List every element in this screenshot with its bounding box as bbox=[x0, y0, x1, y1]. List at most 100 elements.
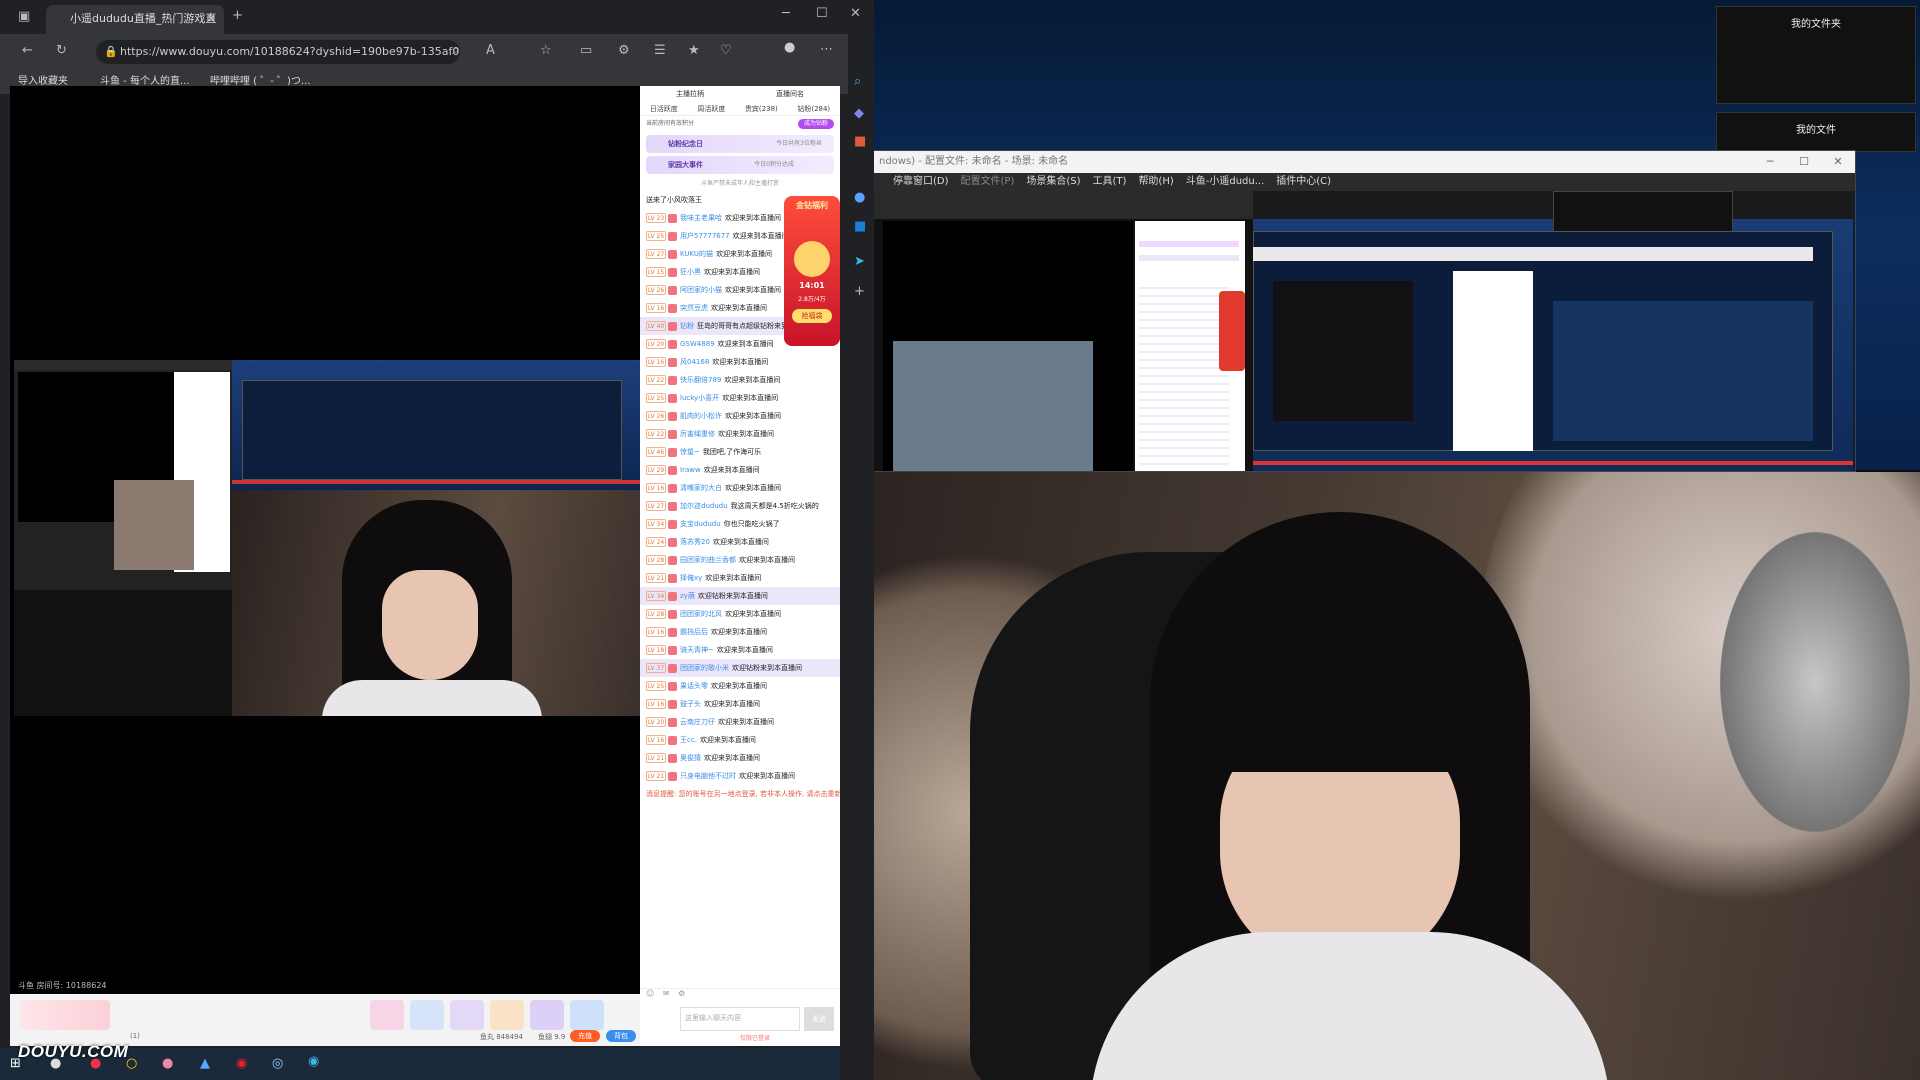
emoji-icon[interactable]: ☺ bbox=[646, 989, 654, 998]
chat-username[interactable]: 骑天青神~ bbox=[680, 646, 714, 654]
chat-username[interactable]: 风04168 bbox=[680, 358, 709, 366]
chat-username[interactable]: 王cc. bbox=[680, 736, 697, 744]
chat-username[interactable]: lucky小喜开 bbox=[680, 394, 719, 402]
activity-button[interactable]: 成为钻粉 bbox=[797, 119, 834, 129]
add-icon[interactable]: + bbox=[854, 284, 865, 299]
fan-anniversary-banner[interactable]: 钻粉纪念日 今日共有3位粉丝 bbox=[646, 135, 834, 153]
chat-username[interactable]: KUKU的猫 bbox=[680, 250, 713, 258]
window-maximize-icon[interactable]: ☐ bbox=[816, 6, 828, 21]
chat-username[interactable]: 清嘴家的大白 bbox=[680, 484, 722, 492]
chat-username[interactable]: 突然豆虎 bbox=[680, 304, 708, 312]
settings-icon[interactable]: ⚙ bbox=[678, 989, 685, 998]
url-input[interactable]: 🔒 https://www.douyu.com/10188624?dyshid=… bbox=[96, 40, 460, 64]
menu-profile[interactable]: 配置文件(P) bbox=[961, 173, 1015, 191]
tab-diamond[interactable]: 钻粉(284) bbox=[797, 102, 830, 115]
tab-actions-icon[interactable]: ▣ bbox=[18, 9, 30, 24]
tab-douyu[interactable]: 小遥dududu直播_热门游戏直播 ✕ bbox=[46, 5, 224, 53]
refresh-icon[interactable]: ↻ bbox=[56, 43, 67, 58]
chat-username[interactable]: Iraww bbox=[680, 466, 701, 474]
collections-icon[interactable]: ☰ bbox=[654, 43, 666, 58]
profile-avatar-icon[interactable]: ● bbox=[784, 40, 795, 55]
login-warning[interactable]: 消息提醒: 您的账号在另一地点登录, 若非本人操作, 请点击重新登录 bbox=[640, 785, 840, 803]
gift-item[interactable] bbox=[410, 1000, 444, 1030]
app-icon-blue[interactable]: ▲ bbox=[200, 1056, 210, 1071]
chat-username[interactable]: 我味主老果哈 bbox=[680, 214, 722, 222]
tab-daily[interactable]: 日活跃度 bbox=[650, 102, 678, 115]
tab-vip[interactable]: 贵宾(238) bbox=[745, 102, 778, 115]
shopping-icon[interactable]: ■ bbox=[854, 134, 866, 149]
close-icon[interactable]: ✕ bbox=[1821, 151, 1855, 173]
netease-icon[interactable]: ◉ bbox=[236, 1056, 247, 1071]
home-events-banner[interactable]: 家园大事件 今日0积分达成 bbox=[646, 156, 834, 174]
menu-help[interactable]: 帮助(H) bbox=[1138, 173, 1173, 191]
outlook-icon[interactable]: ■ bbox=[854, 219, 866, 234]
menu-dock[interactable]: 停靠窗口(D) bbox=[893, 173, 949, 191]
window-close-icon[interactable]: ✕ bbox=[850, 6, 861, 21]
split-screen-icon[interactable]: ▭ bbox=[580, 43, 592, 58]
chat-username[interactable]: 加尔迩dududu bbox=[680, 502, 728, 510]
gift-icon[interactable]: ✉ bbox=[663, 989, 670, 998]
more-icon[interactable]: ⋯ bbox=[820, 42, 833, 57]
gift-item[interactable] bbox=[490, 1000, 524, 1030]
chat-username[interactable]: 落苏秀20 bbox=[680, 538, 710, 546]
menu-scene-collection[interactable]: 场景集合(S) bbox=[1026, 173, 1080, 191]
chat-username[interactable]: 云南庄刀仔 bbox=[680, 718, 715, 726]
chat-username[interactable]: 择俺xy bbox=[680, 574, 702, 582]
chat-username[interactable]: 厉害绳重修 bbox=[680, 430, 715, 438]
chat-username[interactable]: 团团家的北风 bbox=[680, 610, 722, 618]
chat-username[interactable]: GSW4889 bbox=[680, 340, 715, 348]
backpack-button[interactable]: 背包 bbox=[606, 1030, 636, 1042]
chat-username[interactable]: 只身电脑他不过时 bbox=[680, 772, 736, 780]
new-tab-icon[interactable]: + bbox=[232, 8, 243, 23]
chat-username[interactable]: 快乐翻倍789 bbox=[680, 376, 721, 384]
favorites-bar-icon[interactable]: ★ bbox=[688, 43, 700, 58]
room-rank-tab[interactable]: 直播间名 bbox=[776, 86, 804, 102]
chat-input[interactable]: 这里输入聊天内容 bbox=[680, 1007, 800, 1031]
tab-weekly[interactable]: 周活跃度 bbox=[697, 102, 725, 115]
gift-item[interactable] bbox=[530, 1000, 564, 1030]
chat-username[interactable]: 园团家的曲兰香都 bbox=[680, 556, 736, 564]
chat-username[interactable]: 团团家的歌小米 bbox=[680, 664, 729, 672]
window-minimize-icon[interactable]: ─ bbox=[782, 6, 790, 21]
gift-item[interactable] bbox=[570, 1000, 604, 1030]
chat-username[interactable]: 支宝dududu bbox=[680, 520, 721, 528]
search-icon[interactable]: ⌕ bbox=[854, 74, 861, 89]
chat-username[interactable]: 阿团家的小猫 bbox=[680, 286, 722, 294]
chat-username[interactable]: 钻粉 bbox=[680, 322, 694, 330]
tools-icon[interactable]: ◆ bbox=[854, 106, 864, 121]
extensions-icon[interactable]: ⚙ bbox=[618, 43, 630, 58]
chat-username[interactable]: 奥俊猜 bbox=[680, 754, 701, 762]
minimize-icon[interactable]: ─ bbox=[1753, 151, 1787, 173]
recharge-button[interactable]: 充值 bbox=[570, 1030, 600, 1042]
games-icon[interactable]: ● bbox=[854, 190, 865, 205]
gift-item[interactable] bbox=[370, 1000, 404, 1030]
favorite-icon[interactable]: ☆ bbox=[540, 43, 552, 58]
tab-close-icon[interactable]: ✕ bbox=[207, 5, 216, 33]
gift-item[interactable] bbox=[450, 1000, 484, 1030]
chat-username[interactable]: zy荫 bbox=[680, 592, 695, 600]
menu-plugins[interactable]: 插件中心(C) bbox=[1276, 173, 1331, 191]
maximize-icon[interactable]: ☐ bbox=[1787, 151, 1821, 173]
send-icon[interactable]: ➤ bbox=[854, 254, 865, 269]
app-icon-pink[interactable]: ● bbox=[162, 1056, 173, 1071]
chat-username[interactable]: 狂小黑 bbox=[680, 268, 701, 276]
grab-bag-button[interactable]: 抢福袋 bbox=[792, 309, 832, 323]
send-button[interactable]: 发送 bbox=[804, 1007, 834, 1031]
zoom-icon[interactable]: ⌕ bbox=[452, 43, 459, 58]
read-aloud-icon[interactable]: A bbox=[486, 43, 495, 58]
menu-tools[interactable]: 工具(T) bbox=[1093, 173, 1127, 191]
edge-icon[interactable]: ◉ bbox=[308, 1054, 319, 1069]
chat-username[interactable]: 惊蛰~ bbox=[680, 448, 700, 456]
chat-username[interactable]: 用户57777677 bbox=[680, 232, 730, 240]
menu-douyu[interactable]: 斗鱼-小遥dudu... bbox=[1186, 173, 1265, 191]
chat-username[interactable]: 肌肉的小松许 bbox=[680, 412, 722, 420]
anchor-rank-tab[interactable]: 主播拉柄 bbox=[676, 86, 704, 102]
activity-banner[interactable] bbox=[20, 1000, 110, 1030]
back-icon[interactable]: ← bbox=[22, 43, 33, 58]
steam-icon[interactable]: ◎ bbox=[272, 1056, 283, 1071]
chat-username[interactable]: 鼓子头 bbox=[680, 700, 701, 708]
chat-username[interactable]: 果话头零 bbox=[680, 682, 708, 690]
lucky-bag-popup[interactable]: 金钻福利 14:01 2.8万/4万 抢福袋 bbox=[784, 196, 840, 346]
browser-essentials-icon[interactable]: ♡ bbox=[720, 43, 732, 58]
chat-username[interactable]: 霸挡后后 bbox=[680, 628, 708, 636]
